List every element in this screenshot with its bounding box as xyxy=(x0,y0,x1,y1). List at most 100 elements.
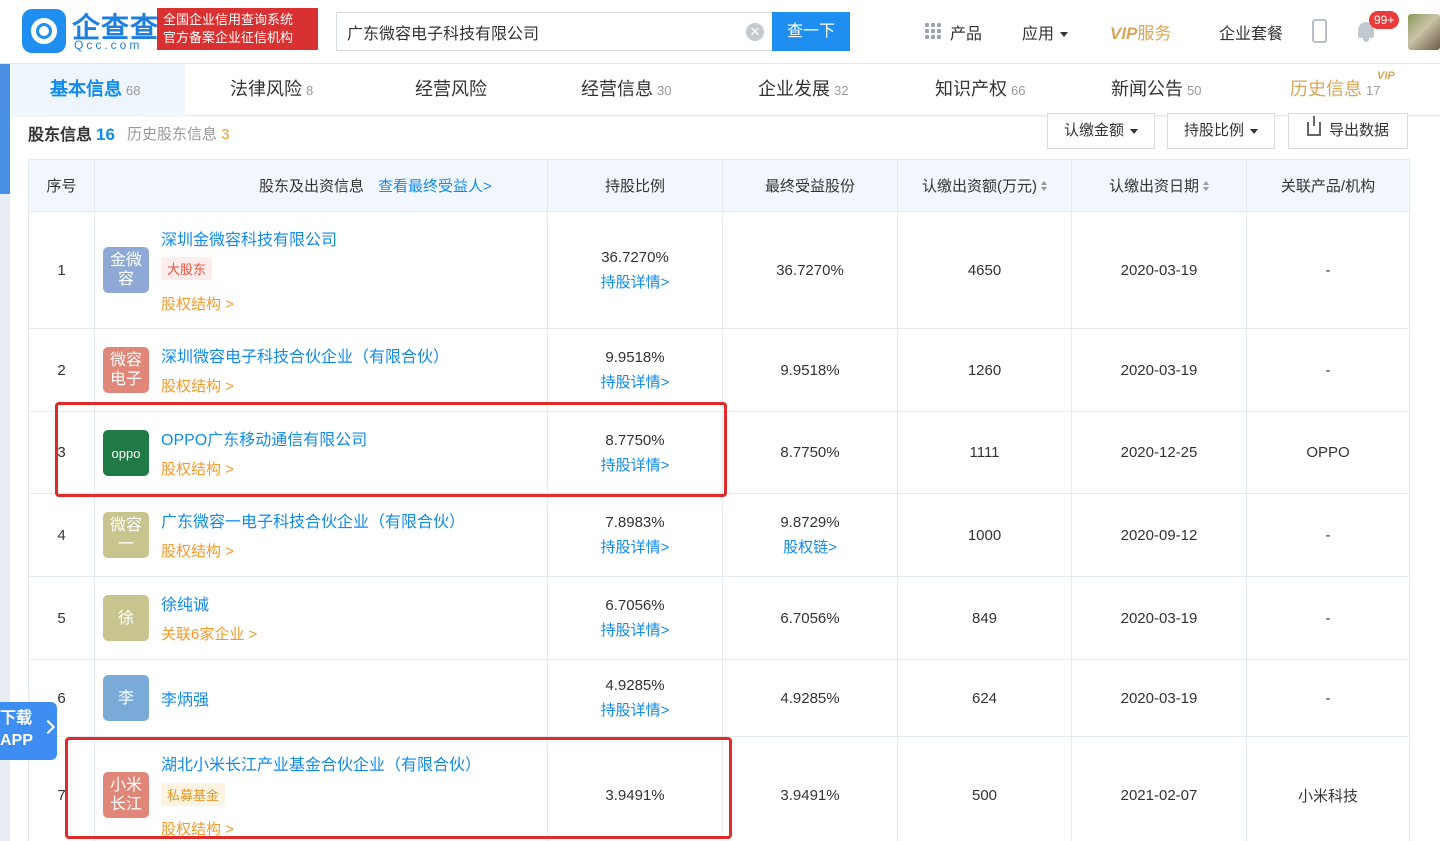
related-value: - xyxy=(1246,493,1410,577)
company-logo: 微容电子 xyxy=(103,347,149,393)
ratio-cell: 4.9285% 持股详情> xyxy=(547,659,723,737)
tab-count: 17 xyxy=(1366,83,1381,98)
th-seq: 序号 xyxy=(28,159,95,212)
ultimate-value: 3.9491% xyxy=(722,736,898,841)
amount-value: 500 xyxy=(897,736,1072,841)
equity-chain-link[interactable]: 股权链> xyxy=(723,535,897,560)
date-value: 2020-03-19 xyxy=(1071,211,1247,329)
history-count: 3 xyxy=(221,126,230,143)
related-value: - xyxy=(1246,328,1410,412)
sort-ratio-button[interactable]: 持股比例 xyxy=(1167,113,1275,149)
date-value: 2021-02-07 xyxy=(1071,736,1247,841)
th-ratio: 持股比例 xyxy=(547,159,723,212)
sort-ratio-label: 持股比例 xyxy=(1183,122,1244,139)
holder-cell: oppo OPPO广东移动通信有限公司 股权结构 > xyxy=(94,411,548,494)
official-badge: 全国企业信用查询系统 官方备案企业征信机构 xyxy=(157,8,318,50)
clear-icon[interactable]: ✕ xyxy=(746,23,764,41)
ratio-value: 6.7056% xyxy=(605,597,665,614)
ratio-cell: 36.7270% 持股详情> xyxy=(547,211,723,329)
nav-enterprise-package[interactable]: 企业套餐 xyxy=(1219,20,1283,44)
tab-basic-info[interactable]: 基本信息 68 xyxy=(50,64,141,116)
holder-name-link[interactable]: OPPO广东移动通信有限公司 xyxy=(161,426,367,450)
tab-development[interactable]: 企业发展 32 xyxy=(758,64,848,116)
holding-detail-link[interactable]: 持股详情> xyxy=(548,270,722,295)
ratio-value: 9.9518% xyxy=(605,349,665,366)
history-shareholders-link[interactable]: 历史股东信息 3 xyxy=(127,123,230,144)
ratio-value: 8.7750% xyxy=(605,431,665,449)
holder-name-link[interactable]: 李炳强 xyxy=(161,686,209,710)
tab-operation-risk[interactable]: 经营风险 xyxy=(415,64,491,116)
tab-legal-risk[interactable]: 法律风险 8 xyxy=(230,64,313,116)
tab-ip[interactable]: 知识产权 66 xyxy=(935,64,1025,116)
logo-domain: Qcc.com xyxy=(74,38,143,52)
nav-apps[interactable]: 应用 xyxy=(1022,20,1069,44)
holding-detail-link[interactable]: 持股详情> xyxy=(548,535,722,560)
section-count: 16 xyxy=(96,125,115,144)
tab-history[interactable]: 历史信息 17 xyxy=(1290,64,1380,116)
holding-detail-link[interactable]: 持股详情> xyxy=(548,453,722,478)
row-seq: 5 xyxy=(28,576,95,660)
related-product-link[interactable]: 小米科技 xyxy=(1246,736,1410,841)
qcc-logo-icon[interactable] xyxy=(22,9,66,53)
ultimate-beneficiary-link[interactable]: 查看最终受益人> xyxy=(378,178,492,195)
avatar[interactable] xyxy=(1408,14,1440,50)
holding-detail-link[interactable]: 持股详情> xyxy=(548,618,722,643)
related-value: - xyxy=(1246,576,1410,660)
tab-count: 8 xyxy=(306,83,314,98)
date-value: 2020-12-25 xyxy=(1071,411,1247,494)
ultimate-value: 8.7750% xyxy=(722,411,898,494)
history-label: 历史股东信息 xyxy=(127,126,218,143)
person-avatar: 李 xyxy=(103,675,149,721)
holder-name-link[interactable]: 徐纯诚 xyxy=(161,591,209,615)
ratio-value: 4.9285% xyxy=(605,677,665,694)
th-amount[interactable]: 认缴出资额(万元) xyxy=(897,159,1072,212)
equity-structure-link[interactable]: 股权结构 > xyxy=(161,818,234,839)
holding-detail-link[interactable]: 持股详情> xyxy=(548,698,722,723)
search-button[interactable]: 查一下 xyxy=(772,12,850,51)
badge-line1: 全国企业信用查询系统 xyxy=(163,12,294,27)
th-date[interactable]: 认缴出资日期 xyxy=(1071,159,1247,212)
chevron-down-icon xyxy=(1250,128,1258,134)
tab-news[interactable]: 新闻公告 50 xyxy=(1111,64,1201,116)
company-logo: 小米长江 xyxy=(103,772,149,818)
nav-products[interactable]: 产品 xyxy=(950,20,982,44)
equity-structure-link[interactable]: 股权结构 > xyxy=(161,540,234,561)
tab-label: 基本信息 xyxy=(50,79,122,99)
holder-name-link[interactable]: 湖北小米长江产业基金合伙企业（有限合伙） xyxy=(161,751,481,775)
private-fund-tag: 私募基金 xyxy=(161,783,226,806)
products-grid-icon[interactable] xyxy=(925,23,941,39)
ratio-cell: 7.8983% 持股详情> xyxy=(547,493,723,577)
ratio-value: 36.7270% xyxy=(601,249,669,266)
search-box: ✕ xyxy=(336,12,772,51)
tab-label: 企业发展 xyxy=(758,79,830,99)
chevron-down-icon xyxy=(1130,128,1138,134)
tab-count: 30 xyxy=(657,83,672,98)
row-seq: 3 xyxy=(28,411,95,494)
equity-structure-link[interactable]: 股权结构 > xyxy=(161,458,234,479)
tab-operation-info[interactable]: 经营信息 30 xyxy=(581,64,671,116)
search-input[interactable] xyxy=(347,13,737,50)
nav-vip-service[interactable]: VIP服务 xyxy=(1110,19,1171,44)
holding-detail-link[interactable]: 持股详情> xyxy=(548,370,722,395)
table-row: 4 微容一 广东微容一电子科技合伙企业（有限合伙） 股权结构 > 7.8983%… xyxy=(28,493,1410,577)
equity-structure-link[interactable]: 股权结构 > xyxy=(161,375,234,396)
related-product-link[interactable]: OPPO xyxy=(1246,411,1410,494)
table-row: 5 徐 徐纯诚 关联6家企业 > 6.7056% 持股详情> 6.7056% 84… xyxy=(28,576,1410,660)
notification-badge: 99+ xyxy=(1369,11,1400,29)
download-app-button[interactable]: 下载 APP xyxy=(0,702,57,760)
th-holder-label: 股东及出资信息 xyxy=(259,178,365,195)
holder-name-link[interactable]: 深圳微容电子科技合伙企业（有限合伙） xyxy=(161,343,449,367)
sort-amount-button[interactable]: 认缴金额 xyxy=(1047,113,1155,149)
amount-value: 1000 xyxy=(897,493,1072,577)
export-button[interactable]: 导出数据 xyxy=(1288,113,1408,149)
phone-icon[interactable] xyxy=(1312,19,1327,43)
holder-name-link[interactable]: 深圳金微容科技有限公司 xyxy=(161,226,337,250)
tab-label: 知识产权 xyxy=(935,79,1007,99)
section-title: 股东信息 16 xyxy=(28,121,115,145)
equity-structure-link[interactable]: 股权结构 > xyxy=(161,293,234,314)
ultimate-cell: 9.8729% 股权链> xyxy=(722,493,898,577)
related-companies-link[interactable]: 关联6家企业 > xyxy=(161,623,257,644)
holder-name-link[interactable]: 广东微容一电子科技合伙企业（有限合伙） xyxy=(161,508,465,532)
table-row: 7 小米长江 湖北小米长江产业基金合伙企业（有限合伙） 私募基金 股权结构 > … xyxy=(28,736,1410,841)
date-value: 2020-03-19 xyxy=(1071,328,1247,412)
